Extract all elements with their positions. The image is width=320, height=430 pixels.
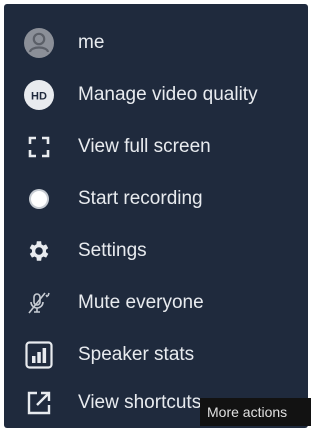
gear-icon [22,234,56,268]
avatar-icon [22,26,56,60]
menu-item-label: me [78,32,105,53]
menu-item-label: Start recording [78,188,203,209]
menu-item-settings[interactable]: Settings [4,225,308,277]
menu-item-label: View shortcuts [78,392,202,413]
menu-item-me[interactable]: me [4,17,308,69]
hd-icon: HD [22,78,56,112]
menu-item-fullscreen[interactable]: View full screen [4,121,308,173]
menu-item-label: Speaker stats [78,344,195,365]
menu-item-label: Manage video quality [78,84,258,105]
fullscreen-icon [22,130,56,164]
record-icon [22,182,56,216]
mic-off-icon [22,286,56,320]
stats-icon [22,338,56,372]
menu-item-mute-everyone[interactable]: Mute everyone [4,277,308,329]
more-actions-tooltip: More actions [200,398,311,426]
more-actions-menu: me HD Manage video quality View full scr… [4,4,308,428]
menu-item-label: View full screen [78,136,211,157]
hd-badge-text: HD [31,91,47,103]
menu-item-label: Mute everyone [78,292,204,313]
menu-item-video-quality[interactable]: HD Manage video quality [4,69,308,121]
menu-item-recording[interactable]: Start recording [4,173,308,225]
menu-item-label: Settings [78,240,147,261]
external-link-icon [22,386,56,420]
menu-item-speaker-stats[interactable]: Speaker stats [4,329,308,381]
